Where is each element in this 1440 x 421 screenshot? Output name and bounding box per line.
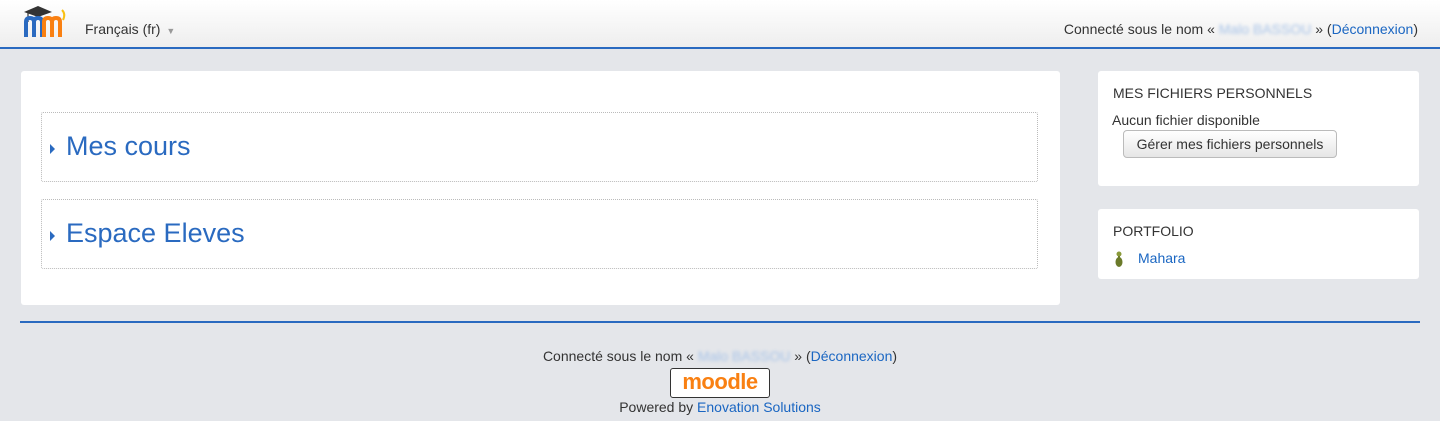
moodle-badge-logo[interactable]: moodle	[670, 368, 770, 398]
user-name-link[interactable]: Malo BASSOU	[698, 348, 791, 364]
powered-prefix: Powered by	[619, 399, 698, 415]
mahara-icon	[1114, 250, 1124, 268]
top-navbar: Français (fr) ▼ Connecté sous le nom « M…	[0, 0, 1440, 49]
footer-login-info: Connecté sous le nom « Malo BASSOU » (Dé…	[0, 348, 1440, 364]
moodle-badge-text: moodle	[682, 369, 758, 394]
private-files-block: MES FICHIERS PERSONNELS Aucun fichier di…	[1098, 71, 1419, 186]
user-name-link[interactable]: Malo BASSOU	[1219, 21, 1312, 37]
powered-by: Powered by Enovation Solutions	[0, 399, 1440, 415]
portfolio-block: PORTFOLIO Mahara	[1098, 209, 1419, 279]
category-title[interactable]: Espace Eleves	[66, 218, 245, 249]
login-suffix: )	[892, 348, 898, 364]
category-espace-eleves[interactable]: Espace Eleves	[41, 199, 1038, 269]
block-heading: MES FICHIERS PERSONNELS	[1113, 85, 1313, 101]
login-middle: » (	[1315, 21, 1332, 37]
login-suffix: )	[1413, 21, 1418, 37]
language-menu[interactable]: Français (fr) ▼	[85, 21, 175, 37]
moodle-logo-icon[interactable]	[20, 4, 68, 40]
mahara-link[interactable]: Mahara	[1138, 250, 1185, 266]
no-files-text: Aucun fichier disponible	[1112, 112, 1260, 128]
footer-divider	[20, 321, 1420, 323]
login-prefix: Connecté sous le nom «	[542, 348, 694, 364]
caret-down-icon: ▼	[166, 26, 176, 36]
category-mes-cours[interactable]: Mes cours	[41, 112, 1038, 182]
login-middle: » (	[794, 348, 811, 364]
logout-link[interactable]: Déconnexion	[1332, 21, 1414, 37]
logout-link[interactable]: Déconnexion	[811, 348, 893, 364]
login-info: Connecté sous le nom « Malo BASSOU » (Dé…	[1064, 21, 1418, 37]
enovation-link[interactable]: Enovation Solutions	[697, 399, 821, 415]
expand-arrow-icon[interactable]	[50, 144, 55, 154]
category-title[interactable]: Mes cours	[66, 131, 191, 162]
manage-files-button[interactable]: Gérer mes fichiers personnels	[1123, 130, 1337, 158]
language-label: Français (fr)	[85, 21, 161, 37]
main-content: Mes cours Espace Eleves	[21, 71, 1060, 305]
login-prefix: Connecté sous le nom «	[1063, 21, 1215, 37]
block-heading: PORTFOLIO	[1113, 223, 1194, 239]
expand-arrow-icon[interactable]	[50, 231, 55, 241]
